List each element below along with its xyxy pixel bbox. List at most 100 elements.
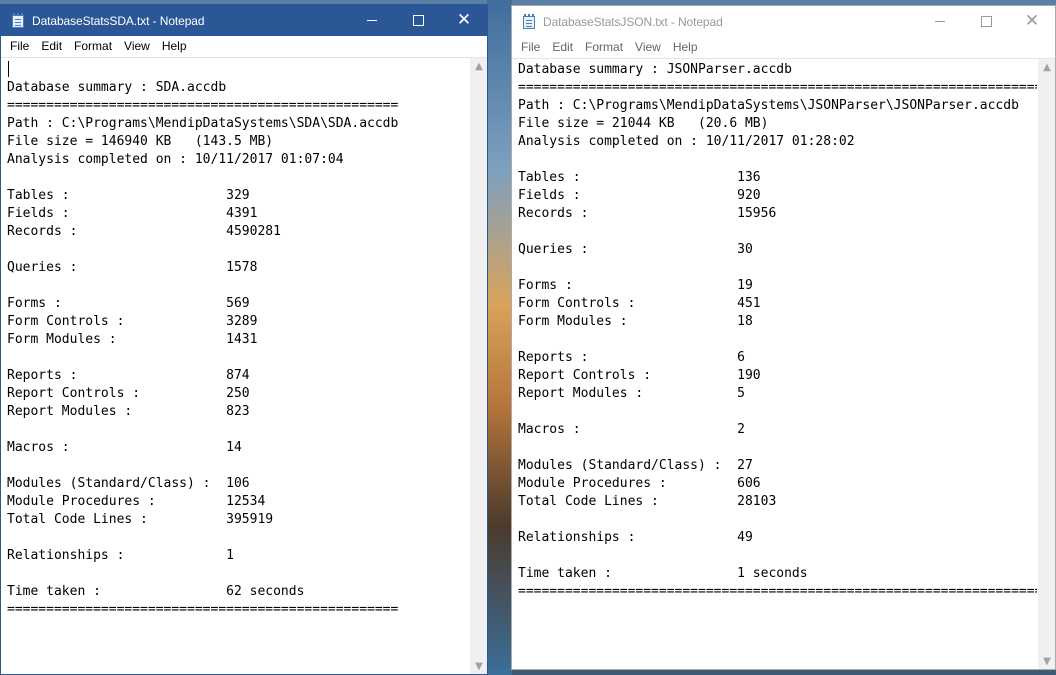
window-title: DatabaseStatsSDA.txt - Notepad bbox=[32, 13, 205, 28]
text-line: Total Code Lines : 28103 bbox=[518, 494, 777, 509]
text-line bbox=[518, 511, 1037, 529]
text-line: Tables : 136 bbox=[518, 170, 761, 185]
text-line: Tables : 329 bbox=[7, 188, 250, 203]
text-line bbox=[518, 547, 1037, 565]
text-line: Fields : 4391 bbox=[7, 206, 258, 221]
text-line: Report Modules : 5 bbox=[518, 386, 745, 401]
text-content[interactable]: Database summary : JSONParser.accdb =====… bbox=[518, 61, 1037, 669]
text-line: ========================================… bbox=[518, 80, 1037, 95]
close-button[interactable]: ✕ bbox=[441, 5, 487, 36]
menu-edit[interactable]: Edit bbox=[546, 40, 579, 54]
close-button[interactable]: ✕ bbox=[1009, 6, 1055, 37]
minimize-button[interactable] bbox=[917, 6, 963, 37]
menu-format[interactable]: Format bbox=[579, 40, 629, 54]
text-line: Macros : 14 bbox=[7, 440, 242, 455]
menu-view[interactable]: View bbox=[629, 40, 667, 54]
text-line bbox=[518, 223, 1037, 241]
text-line: Form Controls : 3289 bbox=[7, 314, 258, 329]
text-line bbox=[7, 61, 469, 79]
text-line: Relationships : 1 bbox=[7, 548, 234, 563]
text-line: Path : C:\Programs\MendipDataSystems\SDA… bbox=[7, 116, 399, 131]
title-bar[interactable]: DatabaseStatsJSON.txt - Notepad ✕ bbox=[512, 6, 1055, 37]
menu-edit[interactable]: Edit bbox=[35, 39, 68, 53]
text-line bbox=[7, 169, 469, 187]
text-line: Time taken : 62 seconds bbox=[7, 584, 305, 599]
text-line bbox=[7, 241, 469, 259]
text-line: File size = 21044 KB (20.6 MB) bbox=[518, 116, 769, 131]
text-line bbox=[518, 403, 1037, 421]
text-line bbox=[7, 457, 469, 475]
text-line bbox=[7, 529, 469, 547]
scroll-down-icon[interactable]: ▼ bbox=[471, 658, 487, 674]
menu-file[interactable]: File bbox=[4, 39, 35, 53]
text-line: Modules (Standard/Class) : 106 bbox=[7, 476, 250, 491]
text-editor[interactable]: Database summary : SDA.accdb ============… bbox=[1, 57, 487, 674]
text-line: Analysis completed on : 10/11/2017 01:28… bbox=[518, 134, 855, 149]
text-line: Records : 4590281 bbox=[7, 224, 281, 239]
text-line: Report Controls : 190 bbox=[518, 368, 761, 383]
maximize-button[interactable] bbox=[963, 6, 1009, 37]
maximize-icon bbox=[980, 16, 992, 27]
close-icon: ✕ bbox=[456, 10, 472, 30]
text-content[interactable]: Database summary : SDA.accdb ============… bbox=[7, 60, 469, 674]
menu-help[interactable]: Help bbox=[667, 40, 704, 54]
text-line: Relationships : 49 bbox=[518, 530, 753, 545]
minimize-icon bbox=[935, 21, 945, 22]
text-line: Forms : 569 bbox=[7, 296, 250, 311]
menu-bar: File Edit Format View Help bbox=[512, 37, 1055, 57]
text-line: Total Code Lines : 395919 bbox=[7, 512, 274, 527]
text-line: Database summary : JSONParser.accdb bbox=[518, 62, 792, 77]
text-line: Reports : 6 bbox=[518, 350, 745, 365]
text-line: Form Modules : 1431 bbox=[7, 332, 258, 347]
text-line: Modules (Standard/Class) : 27 bbox=[518, 458, 753, 473]
text-line: Form Modules : 18 bbox=[518, 314, 753, 329]
text-line: Time taken : 1 seconds bbox=[518, 566, 808, 581]
text-line: Queries : 30 bbox=[518, 242, 753, 257]
text-line: ========================================… bbox=[7, 602, 399, 617]
text-line bbox=[7, 565, 469, 583]
menu-view[interactable]: View bbox=[118, 39, 156, 53]
text-line: Forms : 19 bbox=[518, 278, 753, 293]
text-line bbox=[7, 277, 469, 295]
text-line bbox=[518, 331, 1037, 349]
notepad-icon[interactable] bbox=[11, 12, 25, 29]
scroll-down-icon[interactable]: ▼ bbox=[1039, 653, 1055, 669]
vertical-scrollbar[interactable]: ▲ ▼ bbox=[1038, 59, 1055, 669]
text-line: Report Controls : 250 bbox=[7, 386, 250, 401]
menu-bar: File Edit Format View Help bbox=[1, 36, 487, 56]
text-line: Form Controls : 451 bbox=[518, 296, 761, 311]
menu-format[interactable]: Format bbox=[68, 39, 118, 53]
text-line: Path : C:\Programs\MendipDataSystems\JSO… bbox=[518, 98, 1019, 113]
text-line bbox=[518, 439, 1037, 457]
text-line: ========================================… bbox=[7, 98, 399, 113]
scroll-up-icon[interactable]: ▲ bbox=[471, 58, 487, 74]
text-editor[interactable]: Database summary : JSONParser.accdb =====… bbox=[512, 58, 1055, 669]
text-line: Report Modules : 823 bbox=[7, 404, 250, 419]
text-line: Analysis completed on : 10/11/2017 01:07… bbox=[7, 152, 344, 167]
text-line: Reports : 874 bbox=[7, 368, 250, 383]
notepad-icon[interactable] bbox=[522, 13, 536, 30]
menu-help[interactable]: Help bbox=[156, 39, 193, 53]
text-line bbox=[518, 151, 1037, 169]
maximize-icon bbox=[412, 15, 424, 26]
text-line: Fields : 920 bbox=[518, 188, 761, 203]
minimize-button[interactable] bbox=[349, 5, 395, 36]
text-line bbox=[518, 259, 1037, 277]
title-bar[interactable]: DatabaseStatsSDA.txt - Notepad ✕ bbox=[1, 5, 487, 36]
desktop-background bbox=[487, 0, 512, 675]
vertical-scrollbar[interactable]: ▲ ▼ bbox=[470, 58, 487, 674]
maximize-button[interactable] bbox=[395, 5, 441, 36]
text-line: File size = 146940 KB (143.5 MB) bbox=[7, 134, 274, 149]
notepad-window-sda[interactable]: DatabaseStatsSDA.txt - Notepad ✕ File Ed… bbox=[0, 4, 488, 675]
scroll-up-icon[interactable]: ▲ bbox=[1039, 59, 1055, 75]
menu-file[interactable]: File bbox=[515, 40, 546, 54]
text-line: Module Procedures : 606 bbox=[518, 476, 761, 491]
notepad-window-json[interactable]: DatabaseStatsJSON.txt - Notepad ✕ File E… bbox=[511, 5, 1056, 670]
text-line: Records : 15956 bbox=[518, 206, 777, 221]
close-icon: ✕ bbox=[1024, 11, 1040, 31]
text-line: ========================================… bbox=[518, 584, 1037, 599]
text-line: Macros : 2 bbox=[518, 422, 745, 437]
text-caret bbox=[8, 61, 9, 77]
text-line: Module Procedures : 12534 bbox=[7, 494, 266, 509]
minimize-icon bbox=[367, 20, 377, 21]
